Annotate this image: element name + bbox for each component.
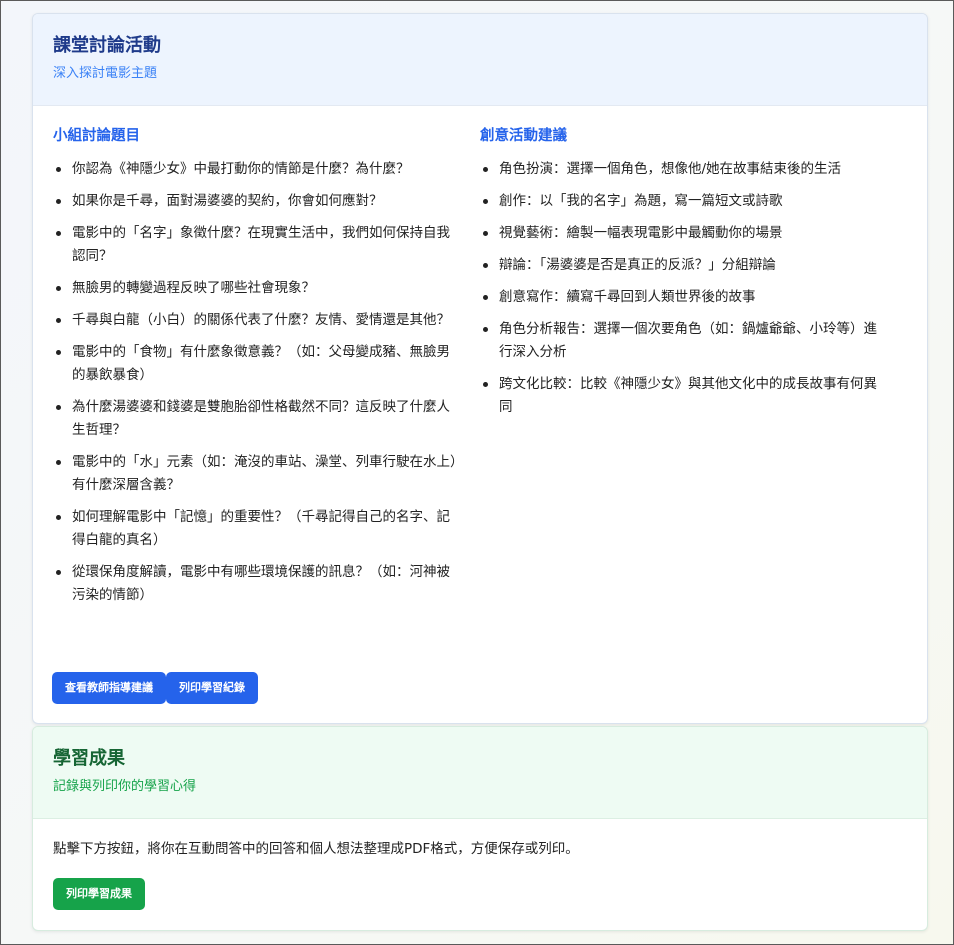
questions-column: 小組討論題目 你認為《神隱少女》中最打動你的情節是什麼？為什麼？ 如果你是千尋，…	[53, 126, 480, 616]
list-item: 為什麼湯婆婆和錢婆是雙胞胎卻性格截然不同？這反映了什麼人生哲理？	[53, 396, 463, 442]
results-description: 點擊下方按鈕，將你在互動問答中的回答和個人想法整理成PDF格式，方便保存或列印。	[53, 841, 579, 857]
list-item: 創意寫作：續寫千尋回到人類世界後的故事	[480, 286, 890, 309]
discussion-header: 課堂討論活動 深入探討電影主題	[33, 14, 927, 106]
list-item: 角色扮演：選擇一個角色，想像他/她在故事結束後的生活	[480, 158, 890, 181]
list-item: 創作：以「我的名字」為題，寫一篇短文或詩歌	[480, 190, 890, 213]
list-item: 辯論：「湯婆婆是否是真正的反派？」分組辯論	[480, 254, 890, 277]
list-item: 跨文化比較：比較《神隱少女》與其他文化中的成長故事有何異同	[480, 373, 890, 419]
list-item: 無臉男的轉變過程反映了哪些社會現象？	[53, 277, 463, 300]
discussion-columns: 小組討論題目 你認為《神隱少女》中最打動你的情節是什麼？為什麼？ 如果你是千尋，…	[53, 126, 907, 616]
print-record-button[interactable]: 列印學習紀錄	[166, 672, 258, 704]
discussion-subtitle: 深入探討電影主題	[53, 66, 158, 81]
list-item: 如何理解電影中「記憶」的重要性？（千尋記得自己的名字、記得白龍的真名）	[53, 506, 463, 552]
list-item: 電影中的「名字」象徵什麼？在現實生活中，我們如何保持自我認同？	[53, 222, 463, 268]
questions-title: 小組討論題目	[53, 128, 140, 144]
discussion-button-row: 查看教師指導建議 列印學習紀錄	[52, 672, 258, 704]
teacher-guide-button[interactable]: 查看教師指導建議	[52, 672, 166, 704]
list-item: 電影中的「食物」有什麼象徵意義？（如：父母變成豬、無臉男的暴飲暴食）	[53, 341, 463, 387]
results-header: 學習成果 記錄與列印你的學習心得	[33, 727, 927, 819]
list-item: 視覺藝術：繪製一幅表現電影中最觸動你的場景	[480, 222, 890, 245]
results-title: 學習成果	[53, 748, 125, 769]
results-subtitle: 記錄與列印你的學習心得	[53, 779, 197, 794]
list-item: 你認為《神隱少女》中最打動你的情節是什麼？為什麼？	[53, 158, 463, 181]
print-results-button[interactable]: 列印學習成果	[53, 878, 145, 910]
results-body: 點擊下方按鈕，將你在互動問答中的回答和個人想法整理成PDF格式，方便保存或列印。…	[33, 819, 927, 910]
questions-list: 你認為《神隱少女》中最打動你的情節是什麼？為什麼？ 如果你是千尋，面對湯婆婆的契…	[53, 158, 480, 607]
activities-title: 創意活動建議	[480, 128, 567, 144]
activities-list: 角色扮演：選擇一個角色，想像他/她在故事結束後的生活 創作：以「我的名字」為題，…	[480, 158, 907, 419]
discussion-title: 課堂討論活動	[53, 35, 161, 56]
list-item: 角色分析報告：選擇一個次要角色（如：鍋爐爺爺、小玲等）進行深入分析	[480, 318, 890, 364]
list-item: 千尋與白龍（小白）的關係代表了什麼？友情、愛情還是其他？	[53, 309, 463, 332]
activities-column: 創意活動建議 角色扮演：選擇一個角色，想像他/她在故事結束後的生活 創作：以「我…	[480, 126, 907, 616]
list-item: 從環保角度解讀，電影中有哪些環境保護的訊息？（如：河神被污染的情節）	[53, 561, 463, 607]
list-item: 如果你是千尋，面對湯婆婆的契約，你會如何應對？	[53, 190, 463, 213]
discussion-card: 課堂討論活動 深入探討電影主題 小組討論題目 你認為《神隱少女》中最打動你的情節…	[32, 13, 928, 724]
results-card: 學習成果 記錄與列印你的學習心得 點擊下方按鈕，將你在互動問答中的回答和個人想法…	[32, 726, 928, 931]
list-item: 電影中的「水」元素（如：淹沒的車站、澡堂、列車行駛在水上）有什麼深層含義？	[53, 451, 463, 497]
